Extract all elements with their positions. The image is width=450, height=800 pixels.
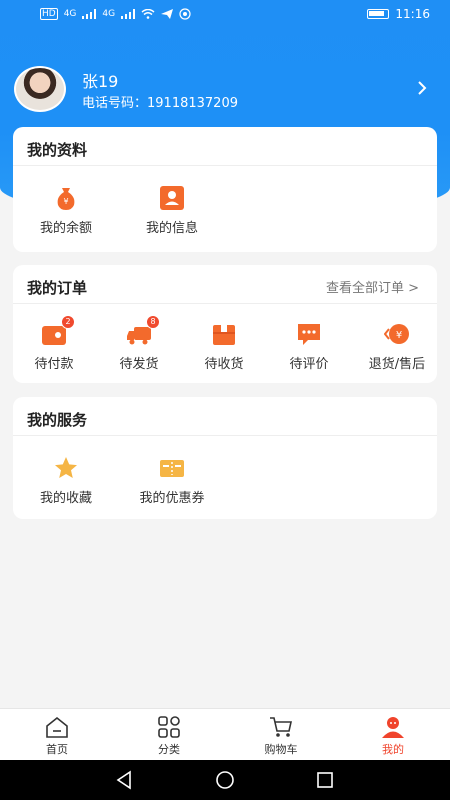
my-favorites-button[interactable]: 我的收藏 [31, 455, 101, 506]
pending-receipt-button[interactable]: 待收货 [189, 321, 259, 372]
badge-count: 8 [146, 315, 160, 329]
back-icon[interactable] [114, 770, 134, 790]
user-name: 张19 [82, 72, 119, 91]
card-divider [13, 165, 437, 166]
status-bar: HD 4G 4G 11:16 [0, 0, 450, 30]
user-icon [382, 717, 404, 738]
tab-home[interactable]: 首页 [12, 715, 102, 757]
comment-icon-wrap [296, 321, 322, 347]
category-icon [158, 716, 180, 738]
view-all-orders-link[interactable]: 查看全部订单 > [326, 277, 419, 296]
tab-label: 首页 [46, 743, 68, 756]
avatar[interactable] [14, 66, 66, 112]
cart-icon [270, 717, 292, 737]
tile-label: 退货/售后 [368, 357, 426, 372]
home-icon [46, 716, 68, 738]
star-icon [55, 457, 77, 478]
box-icon [213, 325, 235, 345]
bottom-tab-bar: 首页 分类 购物车 我的 [0, 708, 450, 760]
tab-cart[interactable]: 购物车 [236, 715, 326, 757]
my-info-card: 我的资料 ¥ 我的余额 我的信息 [13, 127, 437, 252]
my-services-card: 我的服务 我的收藏 我的优惠券 [13, 397, 437, 519]
status-time: 11:16 [395, 7, 430, 21]
send-icon [161, 9, 174, 19]
my-info-title: 我的资料 [27, 141, 88, 159]
phone-number: 19118137209 [147, 96, 238, 111]
my-coupons-button[interactable]: 我的优惠券 [131, 455, 213, 506]
pending-payment-button[interactable]: 2 待付款 [19, 315, 89, 372]
tile-label: 我的收藏 [39, 491, 92, 506]
signal-icon-2 [121, 9, 136, 19]
tab-label: 购物车 [264, 743, 298, 756]
eye-icon [179, 8, 191, 20]
tile-label: 我的优惠券 [139, 491, 205, 506]
home-circle-icon[interactable] [215, 770, 235, 790]
card-divider [13, 435, 437, 436]
refund-aftersale-button[interactable]: ¥ 退货/售后 [359, 321, 435, 372]
tile-label: 我的余额 [39, 221, 92, 236]
svg-text:¥: ¥ [63, 197, 68, 206]
box-icon-wrap [211, 321, 237, 347]
my-orders-title: 我的订单 [27, 279, 88, 297]
money-bag-icon: ¥ [57, 188, 75, 210]
recents-icon[interactable] [315, 770, 335, 790]
hd-indicator: HD [40, 8, 58, 20]
my-balance-button[interactable]: ¥ 我的余额 [31, 185, 101, 236]
coupon-icon [160, 460, 184, 477]
signal-4g-indicator-2: 4G [102, 9, 116, 19]
my-orders-card: 我的订单 查看全部订单 > 2 待付款 8 待发货 待收货 待评价 ¥ 退货/售… [13, 265, 437, 383]
chevron-right-icon[interactable] [414, 80, 430, 96]
phone-label: 电话号码： [82, 96, 148, 111]
tile-label: 待发货 [119, 357, 159, 372]
tab-category[interactable]: 分类 [124, 715, 214, 757]
svg-text:¥: ¥ [396, 330, 402, 341]
tile-label: 待收货 [204, 357, 244, 372]
badge-count: 2 [61, 315, 75, 329]
tile-label: 我的信息 [145, 221, 198, 236]
signal-4g-indicator: 4G [63, 9, 77, 19]
battery-icon [367, 9, 390, 19]
profile-header[interactable]: 张19 电话号码：19118137209 [14, 66, 434, 112]
pending-review-button[interactable]: 待评价 [274, 321, 344, 372]
refund-icon-wrap: ¥ [383, 321, 410, 347]
truck-icon-wrap: 8 [126, 315, 160, 347]
system-nav-bar [0, 760, 450, 800]
comment-icon [298, 324, 320, 345]
signal-icon [82, 9, 97, 19]
tab-mine[interactable]: 我的 [348, 715, 438, 757]
my-services-title: 我的服务 [27, 411, 88, 429]
my-info-button[interactable]: 我的信息 [137, 185, 207, 236]
tab-label: 分类 [158, 743, 180, 756]
tile-label: 待评价 [289, 357, 329, 372]
id-card-icon [160, 186, 184, 210]
wallet-icon-wrap: 2 [41, 315, 75, 347]
user-phone: 电话号码：19118137209 [82, 92, 238, 111]
card-divider [13, 303, 437, 304]
tile-label: 待付款 [34, 357, 74, 372]
wifi-icon [141, 9, 155, 19]
tab-label: 我的 [382, 743, 404, 756]
refund-icon: ¥ [383, 324, 409, 344]
pending-shipment-button[interactable]: 8 待发货 [104, 315, 174, 372]
